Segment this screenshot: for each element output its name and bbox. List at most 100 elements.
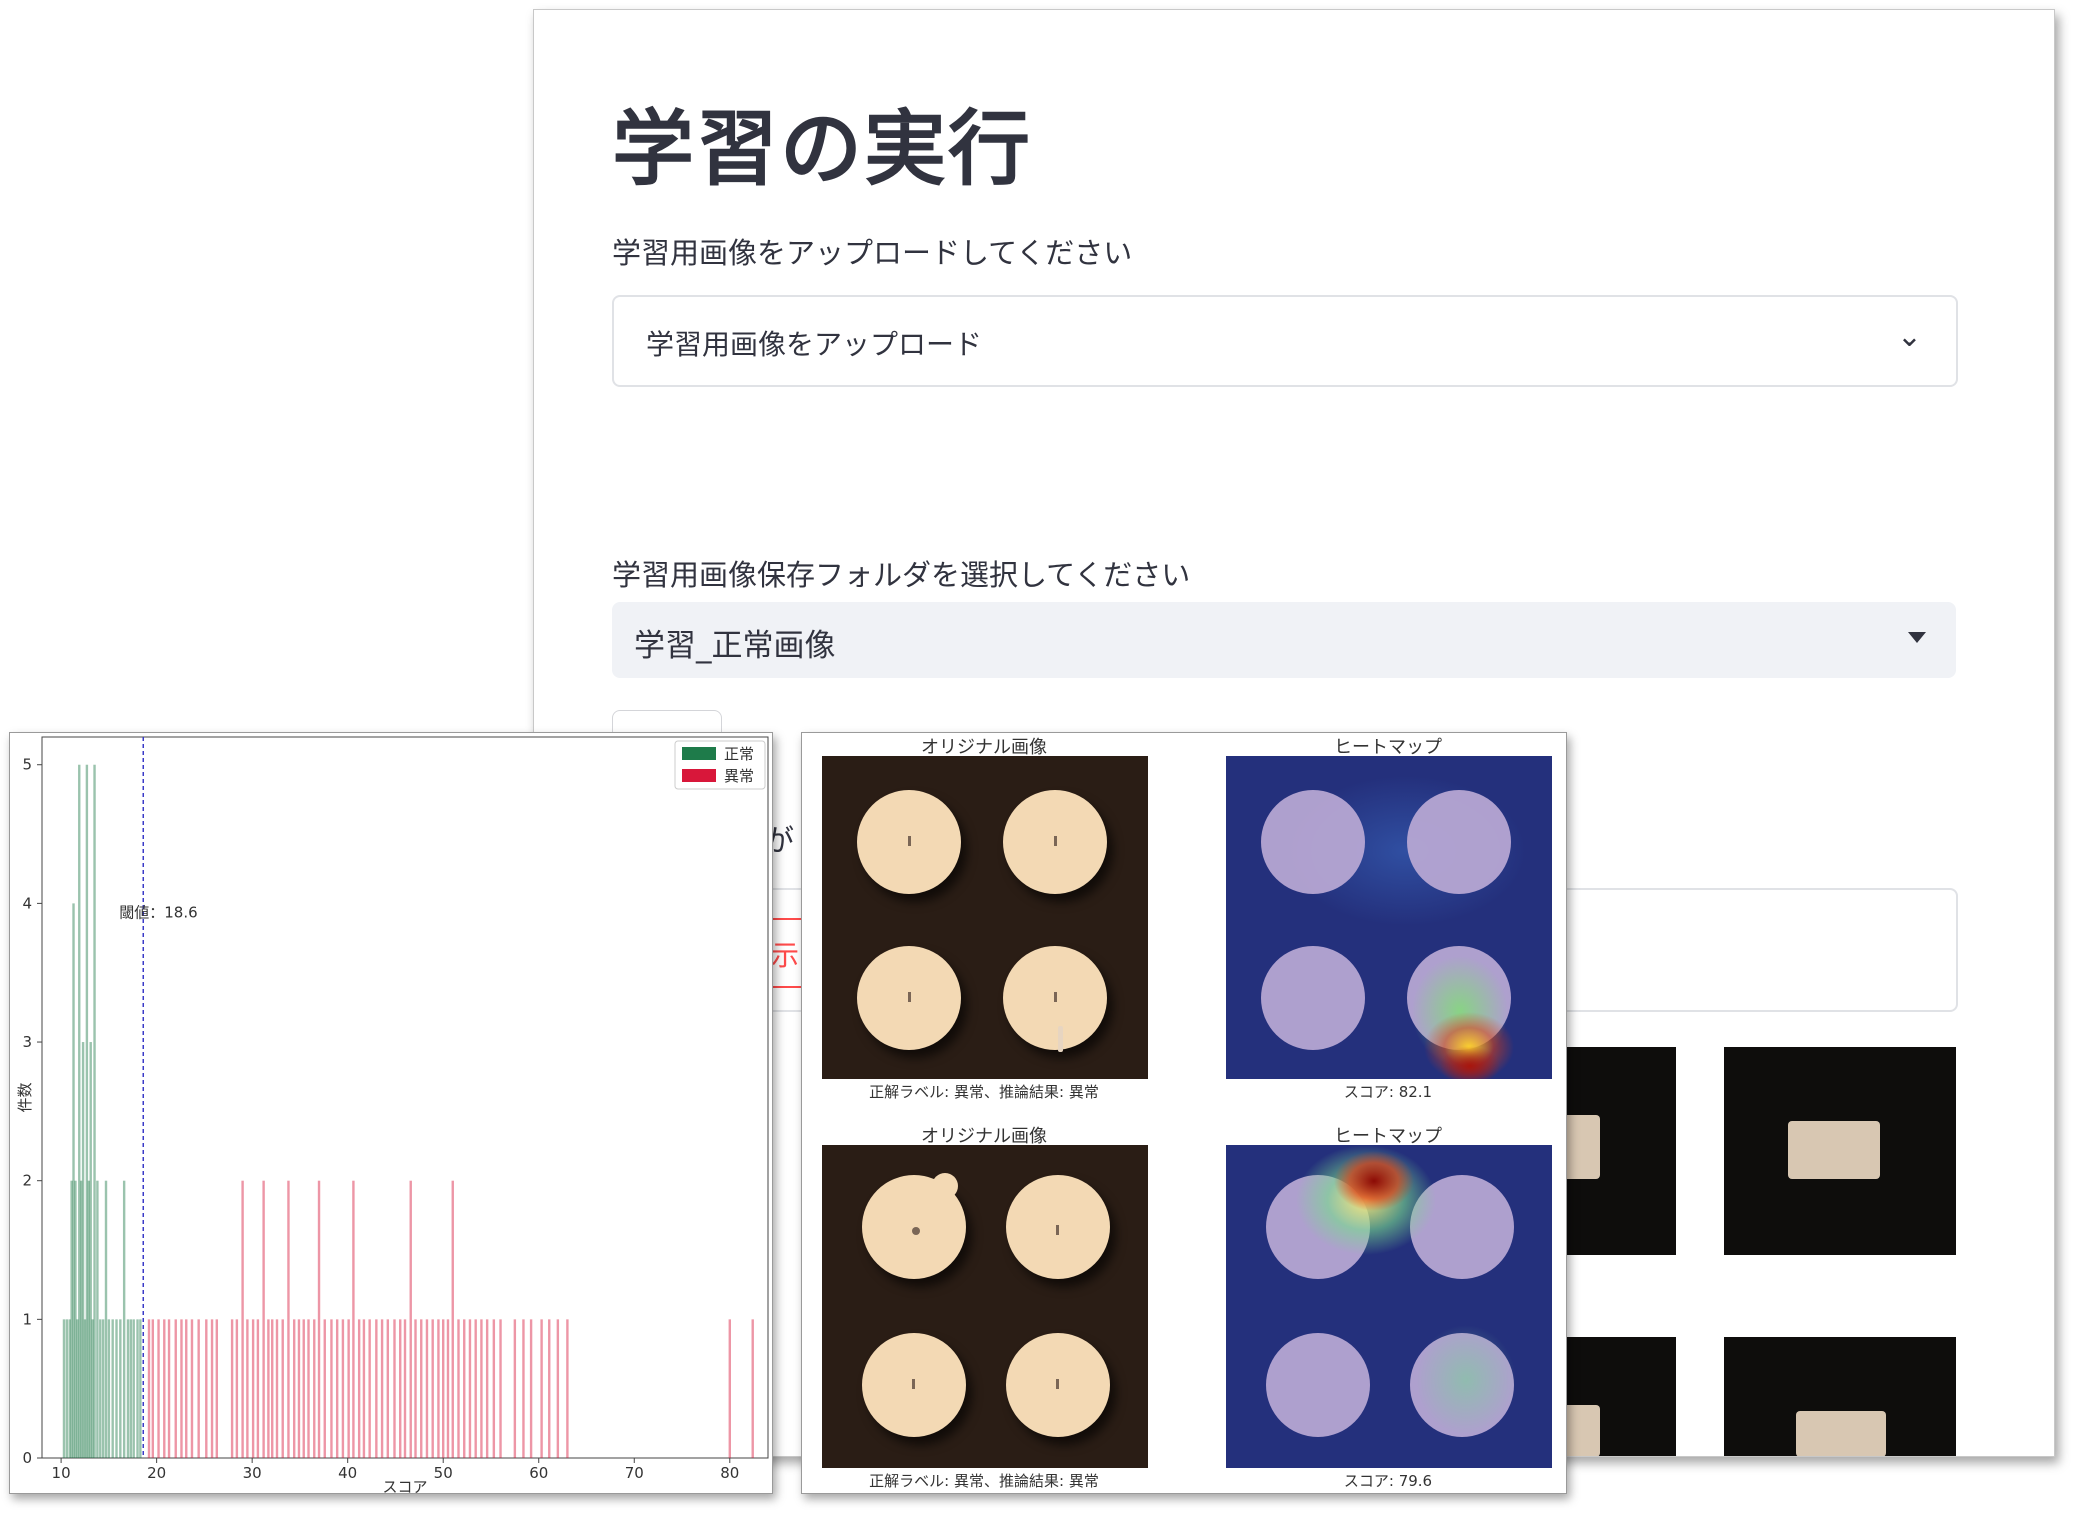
x-tick-label: 40 — [338, 1464, 357, 1482]
x-tick-label: 20 — [147, 1464, 166, 1482]
histogram-bar — [302, 1319, 305, 1458]
score-label: スコア: 82.1 — [1343, 1083, 1433, 1101]
y-tick-label: 5 — [22, 756, 32, 774]
histogram-bar — [442, 1319, 445, 1458]
histogram-bar — [93, 764, 96, 1458]
original-image — [822, 756, 1148, 1079]
histogram-bar — [132, 1319, 135, 1458]
heatmap-image — [1226, 1145, 1552, 1468]
folder-select[interactable]: 学習_正常画像 — [612, 602, 1956, 678]
score-histogram-chart: 閾値：18.6 10 20 30 40 50 60 70 80 0 1 2 3 4 5 スコア 件数 正常異常 — [16, 736, 769, 1493]
histogram-bar — [420, 1319, 423, 1458]
histogram-bar — [437, 1319, 440, 1458]
histogram-bar — [180, 1319, 183, 1458]
histogram-bar — [457, 1319, 460, 1458]
histogram-bar — [126, 1319, 130, 1458]
original-image — [822, 1145, 1148, 1468]
histogram-bar — [529, 1319, 533, 1458]
histogram-bar — [474, 1319, 477, 1458]
y-tick-label: 3 — [22, 1033, 32, 1051]
histogram-bar — [111, 1319, 114, 1458]
histogram-bar — [409, 1180, 412, 1458]
histogram-bar — [330, 1319, 333, 1458]
heatmap-image — [1226, 756, 1552, 1079]
thumbnail-image — [1556, 1047, 1676, 1255]
x-tick-label: 80 — [720, 1464, 739, 1482]
histogram-bar — [451, 1180, 454, 1458]
histogram-bar — [317, 1180, 321, 1458]
thumbnail-image — [1724, 1337, 1956, 1456]
histogram-bar — [246, 1319, 249, 1458]
histogram-bar — [485, 1319, 489, 1458]
threshold-label: 閾値：18.6 — [119, 903, 197, 921]
histogram-bar — [230, 1319, 234, 1458]
caret-down-icon — [1908, 632, 1926, 643]
y-axis-label: 件数 — [16, 1082, 34, 1112]
histogram-bar — [267, 1319, 270, 1458]
histogram-bar — [210, 1319, 214, 1458]
legend-label-abnormal: 異常 — [724, 767, 754, 785]
folder-selected-value: 学習_正常画像 — [634, 628, 836, 664]
histogram-bar — [104, 1180, 108, 1458]
histogram-bar — [335, 1319, 339, 1458]
histogram-bar — [566, 1319, 569, 1458]
histogram-bar — [99, 1319, 102, 1458]
histogram-bar — [147, 1319, 151, 1458]
histogram-bar — [136, 1319, 139, 1458]
x-tick-label: 70 — [625, 1464, 644, 1482]
histogram-bar — [256, 1319, 260, 1458]
histogram-bar — [297, 1319, 301, 1458]
score-label: スコア: 79.6 — [1343, 1472, 1433, 1490]
histogram-bar — [323, 1319, 326, 1458]
histogram-bar — [241, 1180, 244, 1458]
histogram-bar — [425, 1319, 429, 1458]
x-tick-label: 30 — [243, 1464, 262, 1482]
legend-swatch-abnormal — [682, 769, 716, 782]
folder-prompt: 学習用画像保存フォルダを選択してください — [612, 558, 1191, 592]
histogram-bar — [380, 1319, 384, 1458]
histogram-bar — [386, 1319, 390, 1458]
histogram-bar — [357, 1319, 361, 1458]
result-label: 正解ラベル: 異常、推論結果: 異常 — [869, 1083, 1099, 1101]
histogram-bar — [292, 1319, 296, 1458]
x-tick-label: 60 — [529, 1464, 548, 1482]
histogram-bar — [522, 1319, 525, 1458]
histogram-bar — [115, 1319, 118, 1458]
histogram-bar — [190, 1319, 194, 1458]
histogram-bar — [65, 1319, 69, 1458]
histogram-bar — [431, 1319, 434, 1458]
page-title: 学習の実行 — [612, 102, 1033, 197]
histogram-bar — [167, 1319, 171, 1458]
histogram-bar — [62, 1319, 66, 1458]
histogram-bar — [157, 1319, 160, 1458]
histogram-bar — [352, 1180, 355, 1458]
thumbnail-image — [1556, 1337, 1676, 1456]
upload-expander-label: 学習用画像をアップロード — [646, 328, 983, 361]
histogram-bar — [393, 1319, 396, 1458]
histogram-bar — [163, 1319, 166, 1458]
legend-swatch-normal — [682, 747, 716, 760]
result-label: 正解ラベル: 異常、推論結果: 異常 — [869, 1472, 1099, 1490]
histogram-bar — [215, 1319, 219, 1458]
histogram-bar — [347, 1319, 350, 1458]
histogram-bar — [129, 1319, 133, 1458]
histogram-bar — [262, 1180, 265, 1458]
histogram-bar — [307, 1319, 310, 1458]
histogram-bar — [480, 1319, 483, 1458]
upload-prompt: 学習用画像をアップロードしてください — [612, 236, 1133, 270]
histogram-bar — [197, 1319, 200, 1458]
histogram-bar — [122, 1180, 126, 1458]
histogram-bar — [375, 1319, 378, 1458]
chevron-down-icon: ⌄ — [1896, 319, 1922, 354]
histogram-bar — [540, 1319, 543, 1458]
histogram-bar — [368, 1319, 371, 1458]
histogram-bar — [751, 1319, 754, 1458]
legend-label-normal: 正常 — [724, 745, 754, 763]
x-tick-label: 10 — [52, 1464, 71, 1482]
histogram-bar — [313, 1319, 316, 1458]
y-tick-label: 4 — [22, 894, 32, 912]
histogram-bar — [513, 1319, 517, 1458]
upload-expander[interactable]: 学習用画像をアップロード ⌄ — [612, 295, 1958, 387]
histogram-bar — [139, 1319, 142, 1458]
heatmap-results-window: オリジナル画像 ヒートマップ 正解ラベル: 異常、推論結果: 異常 スコア: 8… — [801, 732, 1567, 1494]
